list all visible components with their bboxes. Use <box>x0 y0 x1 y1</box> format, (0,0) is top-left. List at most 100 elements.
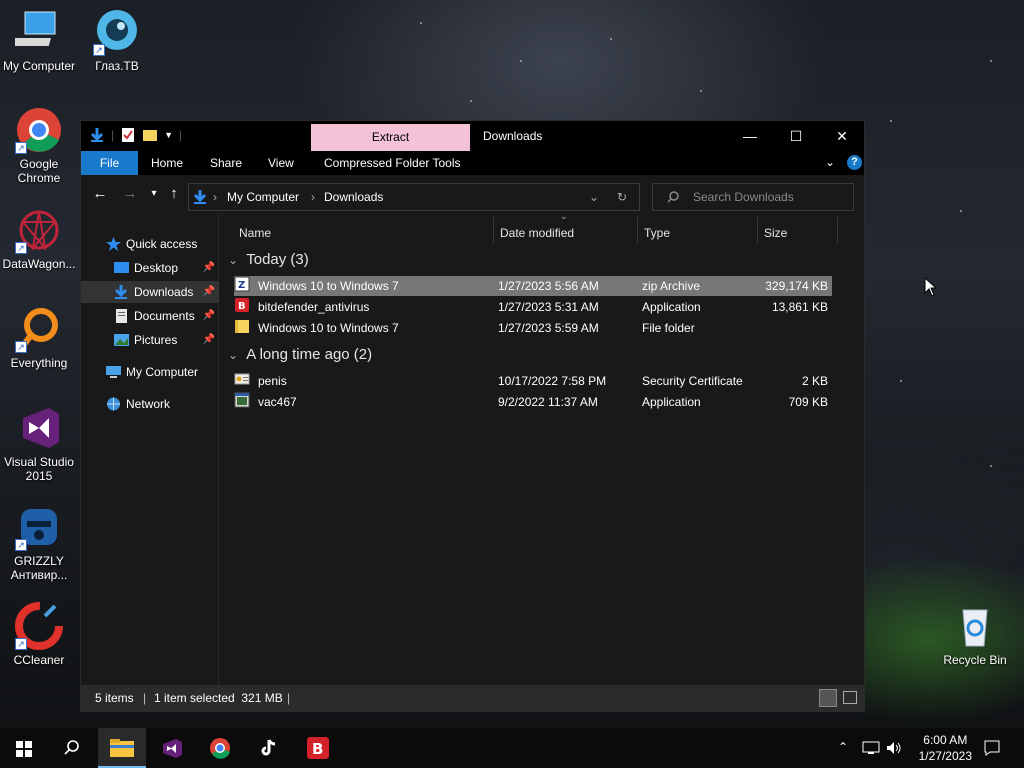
collapse-chevron-icon: ⌄ <box>228 348 239 362</box>
back-button[interactable]: ← <box>89 183 111 205</box>
column-header-size[interactable]: Size <box>764 221 787 245</box>
file-row[interactable]: Z Windows 10 to Windows 7 1/27/2023 5:56… <box>234 276 832 296</box>
navigation-bar: ← → ▾ ↑ › My Computer › Downloads ⌄ ↻ Se… <box>81 175 864 213</box>
close-button[interactable]: ✕ <box>819 121 865 151</box>
group-header-today[interactable]: ⌄ Today (3) <box>228 251 309 268</box>
bitdefender-icon: B <box>307 737 329 759</box>
expand-ribbon-chevron-icon[interactable]: ⌄ <box>825 155 835 169</box>
nav-my-computer[interactable]: My Computer <box>81 361 219 383</box>
column-header-name[interactable]: Name <box>239 221 271 245</box>
zip-icon: Z <box>234 276 250 292</box>
network-status-icon[interactable] <box>862 741 880 755</box>
explorer-window[interactable]: | ▼ | Extract Downloads — ☐ ✕ File Home … <box>80 120 865 712</box>
large-icons-view-button[interactable] <box>843 691 857 704</box>
desktop-icon-glaz-tv[interactable]: ↗ Глаз.ТВ <box>78 8 156 73</box>
desktop-icon-datawagon[interactable]: ↗ DataWagon... <box>0 206 78 271</box>
desktop-icon-grizzly[interactable]: ↗ GRIZZLY Антивир... <box>0 503 78 582</box>
shortcut-arrow-icon: ↗ <box>93 44 105 56</box>
status-selection: 1 item selected 321 MB <box>154 691 283 705</box>
column-header-date-modified[interactable]: Date modified <box>500 221 574 245</box>
breadcrumb-my-computer[interactable]: My Computer <box>227 190 299 204</box>
svg-text:B: B <box>238 301 246 312</box>
taskbar: B ⌃ 6:00 AM 1/27/2023 <box>0 728 1024 768</box>
shortcut-arrow-icon: ↗ <box>15 341 27 353</box>
shortcut-arrow-icon: ↗ <box>15 142 27 154</box>
column-header-type[interactable]: Type <box>644 221 670 245</box>
desktop-icon-recycle-bin[interactable]: Recycle Bin <box>936 602 1014 667</box>
document-icon <box>116 309 127 323</box>
customize-toolbar-chevron-icon[interactable]: ▼ <box>164 130 173 140</box>
maximize-button[interactable]: ☐ <box>773 121 819 151</box>
nav-desktop[interactable]: Desktop 📌 <box>81 257 219 279</box>
svg-text:B: B <box>312 740 323 758</box>
nav-downloads[interactable]: Downloads 📌 <box>81 281 219 303</box>
visual-studio-icon <box>163 739 182 758</box>
tab-home[interactable]: Home <box>138 151 196 175</box>
file-row[interactable]: penis 10/17/2022 7:58 PM Security Certif… <box>234 371 832 391</box>
shortcut-arrow-icon: ↗ <box>15 539 27 551</box>
volume-icon[interactable] <box>886 741 902 755</box>
title-bar[interactable]: | ▼ | Extract Downloads — ☐ ✕ <box>81 121 864 151</box>
status-item-count: 5 items <box>95 691 134 705</box>
new-folder-icon[interactable] <box>142 127 158 143</box>
window-title: Downloads <box>483 129 543 143</box>
address-bar[interactable]: › My Computer › Downloads ⌄ ↻ <box>188 183 640 211</box>
svg-text:Z: Z <box>238 280 245 291</box>
taskbar-bitdefender[interactable]: B <box>294 728 342 768</box>
taskbar-visual-studio[interactable] <box>148 728 196 768</box>
taskbar-file-explorer[interactable] <box>98 728 146 768</box>
desktop-icon-my-computer[interactable]: My Computer <box>0 8 78 73</box>
search-button[interactable] <box>48 728 96 768</box>
group-header-long-time-ago[interactable]: ⌄ A long time ago (2) <box>228 346 372 363</box>
taskbar-tiktok[interactable] <box>245 728 293 768</box>
file-row[interactable]: Windows 10 to Windows 7 1/27/2023 5:59 A… <box>234 318 832 338</box>
taskbar-chrome[interactable] <box>196 728 244 768</box>
forward-button[interactable]: → <box>119 183 141 205</box>
computer-icon <box>106 366 121 378</box>
desktop-icon-google-chrome[interactable]: ↗ Google Chrome <box>0 106 78 185</box>
up-button[interactable]: ↑ <box>163 183 185 205</box>
breadcrumb-separator-icon: › <box>311 190 315 204</box>
file-row[interactable]: B bitdefender_antivirus 1/27/2023 5:31 A… <box>234 297 832 317</box>
properties-icon[interactable] <box>120 127 136 143</box>
recent-locations-chevron-icon[interactable]: ▾ <box>143 183 165 205</box>
tab-extract[interactable]: Extract <box>311 124 470 151</box>
nav-network[interactable]: Network <box>81 393 219 415</box>
search-input[interactable]: Search Downloads <box>652 183 854 211</box>
tab-view[interactable]: View <box>255 151 307 175</box>
tab-file[interactable]: File <box>81 151 138 175</box>
tab-share[interactable]: Share <box>197 151 255 175</box>
tab-compressed-folder-tools[interactable]: Compressed Folder Tools <box>311 151 474 175</box>
folder-icon <box>235 320 249 333</box>
desktop-icon-visual-studio[interactable]: Visual Studio 2015 <box>0 404 78 483</box>
certificate-icon <box>234 373 250 385</box>
network-icon <box>107 397 120 411</box>
address-dropdown-chevron-icon[interactable]: ⌄ <box>589 190 599 204</box>
minimize-button[interactable]: — <box>727 121 773 151</box>
nav-documents[interactable]: Documents 📌 <box>81 305 219 327</box>
desktop-icon-everything[interactable]: ↗ Everything <box>0 305 78 370</box>
details-view-button[interactable] <box>819 689 837 707</box>
start-button[interactable] <box>0 728 48 768</box>
downloads-arrow-icon <box>114 285 128 299</box>
chrome-icon: ↗ <box>15 106 63 154</box>
pin-icon: 📌 <box>202 334 215 345</box>
file-row[interactable]: vac467 9/2/2022 11:37 AM Application 709… <box>234 392 832 412</box>
datawagon-icon: ↗ <box>15 206 63 254</box>
refresh-icon[interactable]: ↻ <box>617 190 627 204</box>
desktop-icon-ccleaner[interactable]: ↗ CCleaner <box>0 602 78 667</box>
tiktok-icon <box>261 739 276 756</box>
pictures-icon <box>114 334 129 346</box>
help-icon[interactable]: ? <box>847 155 862 170</box>
pin-icon: 📌 <box>202 286 215 297</box>
breadcrumb-downloads[interactable]: Downloads <box>324 190 383 204</box>
notifications-icon[interactable] <box>984 740 1000 756</box>
ccleaner-icon: ↗ <box>15 602 63 650</box>
taskbar-clock[interactable]: 6:00 AM 1/27/2023 <box>919 732 972 764</box>
mouse-cursor-icon <box>924 277 938 297</box>
downloads-arrow-icon <box>193 190 207 204</box>
windows-logo-icon <box>16 741 32 757</box>
nav-pictures[interactable]: Pictures 📌 <box>81 329 219 351</box>
show-hidden-icons-chevron-icon[interactable]: ⌃ <box>838 740 848 754</box>
nav-quick-access[interactable]: Quick access <box>81 233 219 255</box>
